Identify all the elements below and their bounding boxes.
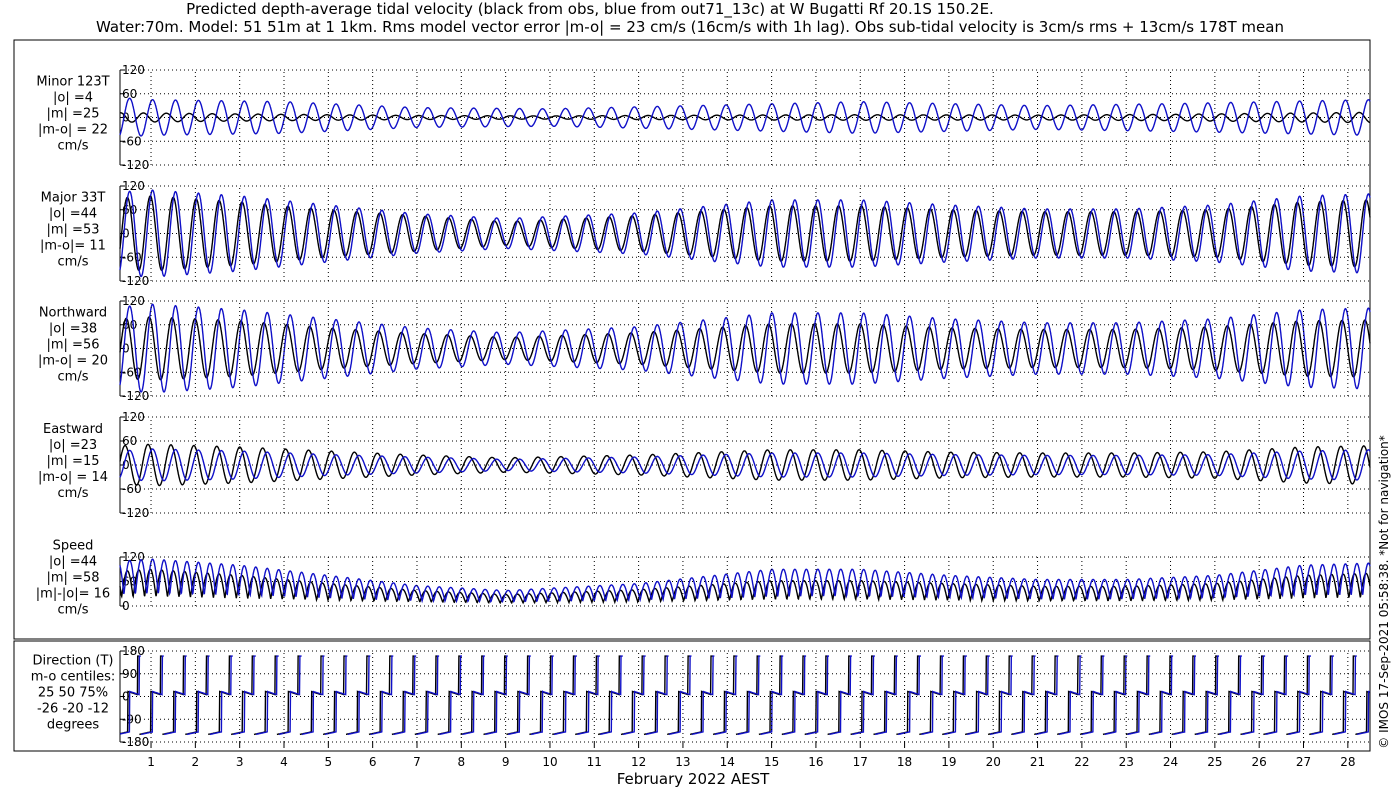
panel-label-direction: Direction (T) bbox=[33, 654, 114, 669]
x-tick-label: 10 bbox=[542, 755, 557, 769]
panels-group: -120-60060120Minor 123T|o| =4|m| =25|m-o… bbox=[31, 63, 1371, 749]
panel-label-northward: |o| =38 bbox=[49, 322, 97, 337]
panel-label-speed: Speed bbox=[53, 539, 94, 554]
panel-label-major: |m-o|= 11 bbox=[40, 239, 106, 254]
chart-title-line2: Water:70m. Model: 51 51m at 1 1km. Rms m… bbox=[96, 18, 1284, 36]
x-tick-label: 5 bbox=[325, 755, 333, 769]
y-tick-label-northward: -120 bbox=[122, 389, 149, 403]
side-note: © IMOS 17-Sep-2021 05:58:38. *Not for na… bbox=[1377, 435, 1391, 749]
x-tick-label: 6 bbox=[369, 755, 377, 769]
y-tick-label-direction: -90 bbox=[122, 712, 142, 726]
panel-label-speed: |m| =58 bbox=[47, 571, 100, 586]
panel-direction: -180-90090180Direction (T)m-o centiles:2… bbox=[31, 644, 1371, 749]
y-tick-label-minor: -120 bbox=[122, 158, 149, 172]
panel-minor: -120-60060120Minor 123T|o| =4|m| =25|m-o… bbox=[36, 63, 1371, 172]
chart-title-line1: Predicted depth-average tidal velocity (… bbox=[186, 0, 994, 19]
x-tick-label: 28 bbox=[1340, 755, 1355, 769]
y-tick-label-major: -120 bbox=[122, 274, 149, 288]
panel-label-major: |m| =53 bbox=[47, 223, 100, 238]
panel-label-northward: |m| =56 bbox=[47, 338, 100, 353]
x-tick-label: 8 bbox=[457, 755, 465, 769]
x-tick-label: 1 bbox=[147, 755, 155, 769]
panel-label-northward: Northward bbox=[39, 306, 107, 321]
series-obs-direction bbox=[119, 655, 1371, 736]
panel-label-direction: 25 50 75% bbox=[38, 686, 108, 701]
y-tick-label-eastward: 120 bbox=[122, 410, 145, 424]
y-tick-label-speed: 120 bbox=[122, 550, 145, 564]
y-tick-label-minor: -60 bbox=[122, 134, 142, 148]
panel-label-minor: cm/s bbox=[58, 139, 89, 154]
x-tick-label: 4 bbox=[280, 755, 288, 769]
panel-speed: 060120Speed|o| =44|m| =58|m|-|o|= 16cm/s bbox=[36, 539, 1371, 618]
x-tick-label: 21 bbox=[1030, 755, 1045, 769]
x-tick-label: 7 bbox=[413, 755, 421, 769]
panel-label-northward: |m-o| = 20 bbox=[38, 354, 108, 369]
y-tick-label-direction: 180 bbox=[122, 644, 145, 658]
panel-label-eastward: |m-o| = 14 bbox=[38, 470, 108, 485]
panel-label-major: |o| =44 bbox=[49, 207, 97, 222]
x-tick-label: 14 bbox=[720, 755, 735, 769]
x-axis-label: February 2022 AEST bbox=[617, 770, 770, 788]
x-tick-label: 12 bbox=[631, 755, 646, 769]
x-tick-label: 3 bbox=[236, 755, 244, 769]
y-tick-label-direction: -180 bbox=[122, 735, 149, 749]
y-tick-label-minor: 120 bbox=[122, 63, 145, 77]
panel-label-minor: |o| =4 bbox=[53, 91, 93, 106]
panel-major: -120-60060120Major 33T|o| =44|m| =53|m-o… bbox=[40, 179, 1371, 288]
panel-label-eastward: Eastward bbox=[43, 422, 103, 437]
x-tick-label: 19 bbox=[941, 755, 956, 769]
x-tick-label: 13 bbox=[675, 755, 690, 769]
panel-label-speed: |o| =44 bbox=[49, 555, 97, 570]
x-tick-label: 9 bbox=[502, 755, 510, 769]
panel-label-eastward: |m| =15 bbox=[47, 454, 100, 469]
panel-label-direction: -26 -20 -12 bbox=[37, 702, 109, 717]
x-tick-label: 15 bbox=[764, 755, 779, 769]
panel-label-speed: |m|-|o|= 16 bbox=[36, 587, 110, 602]
panel-northward: -120-60060120Northward|o| =38|m| =56|m-o… bbox=[38, 294, 1371, 403]
x-tick-label: 16 bbox=[808, 755, 823, 769]
y-tick-label-northward: 120 bbox=[122, 294, 145, 308]
panel-label-direction: m-o centiles: bbox=[31, 670, 116, 685]
y-tick-label-direction: 90 bbox=[122, 667, 137, 681]
panel-label-major: Major 33T bbox=[41, 191, 106, 206]
panel-label-northward: cm/s bbox=[58, 370, 89, 385]
y-tick-label-major: 120 bbox=[122, 179, 145, 193]
x-tick-label: 25 bbox=[1207, 755, 1222, 769]
x-tick-label: 27 bbox=[1296, 755, 1311, 769]
panel-label-minor: |m| =25 bbox=[47, 107, 100, 122]
panel-label-eastward: cm/s bbox=[58, 486, 89, 501]
x-tick-label: 24 bbox=[1163, 755, 1178, 769]
x-tick-label: 22 bbox=[1074, 755, 1089, 769]
panel-label-minor: Minor 123T bbox=[36, 75, 109, 90]
y-tick-label-eastward: -60 bbox=[122, 482, 142, 496]
x-tick-label: 20 bbox=[986, 755, 1001, 769]
y-tick-label-speed: 0 bbox=[122, 599, 130, 613]
tidal-velocity-figure: Predicted depth-average tidal velocity (… bbox=[13, 0, 1391, 788]
y-tick-label-eastward: -120 bbox=[122, 506, 149, 520]
x-tick-label: 2 bbox=[192, 755, 200, 769]
x-tick-label: 17 bbox=[853, 755, 868, 769]
panel-label-major: cm/s bbox=[58, 255, 89, 270]
panel-label-direction: degrees bbox=[47, 718, 100, 733]
panel-label-minor: |m-o| = 22 bbox=[38, 123, 108, 138]
series-model-speed bbox=[119, 558, 1371, 604]
x-tick-label: 11 bbox=[587, 755, 602, 769]
x-tick-label: 23 bbox=[1119, 755, 1134, 769]
panel-label-eastward: |o| =23 bbox=[49, 438, 97, 453]
x-tick-label: 26 bbox=[1252, 755, 1267, 769]
x-tick-labels: 1 2 3 4 5 6 7 8 9 10 11 12 13 14 15 16 17 18 19 20 21 22 23 24 2… bbox=[147, 742, 1355, 769]
panel-label-speed: cm/s bbox=[58, 603, 89, 618]
x-tick-label: 18 bbox=[897, 755, 912, 769]
